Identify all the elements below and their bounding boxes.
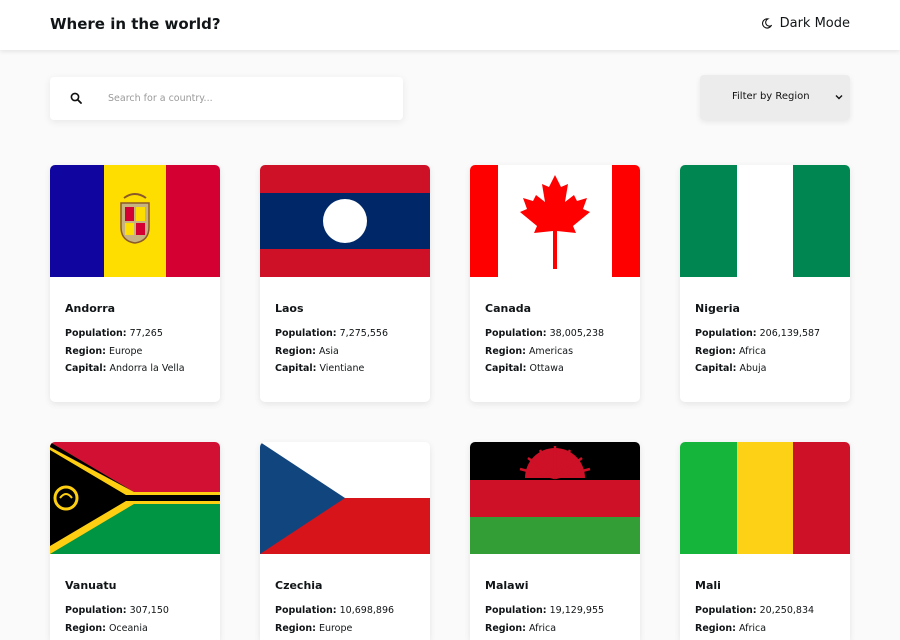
country-capital: Capital: Ottawa (485, 363, 564, 374)
flag-laos (260, 165, 430, 277)
country-region: Region: Asia (275, 346, 339, 357)
country-population: Population: 38,005,238 (485, 328, 605, 339)
country-name: Malawi (485, 579, 529, 592)
country-population: Population: 307,150 (65, 605, 169, 616)
region-filter-label: Filter by Region (732, 91, 810, 102)
dark-mode-label: Dark Mode (779, 16, 850, 31)
dark-mode-toggle[interactable]: Dark Mode (761, 16, 850, 31)
country-population: Population: 77,265 (65, 328, 163, 339)
flag-canada (470, 165, 640, 277)
country-name: Vanuatu (65, 579, 117, 592)
country-name: Laos (275, 302, 304, 315)
country-population: Population: 20,250,834 (695, 605, 815, 616)
country-region: Region: Africa (485, 623, 557, 634)
country-population: Population: 7,275,556 (275, 328, 388, 339)
country-name: Canada (485, 302, 532, 315)
country-card-canada[interactable]: Canada Population: 38,005,238 Region: Am… (470, 165, 640, 402)
flag-andorra (50, 165, 220, 277)
country-card-vanuatu[interactable]: Vanuatu Population: 307,150 Region: Ocea… (50, 442, 220, 640)
country-region: Region: Oceania (65, 623, 148, 634)
flag-nigeria (680, 165, 850, 277)
country-region: Region: Americas (485, 346, 574, 357)
country-name: Mali (695, 579, 721, 592)
region-filter-select[interactable]: Filter by Region (700, 75, 850, 120)
country-region: Region: Europe (275, 623, 353, 634)
app-header: Where in the world? Dark Mode (0, 0, 900, 50)
search-icon (70, 92, 82, 104)
country-capital: Capital: Abuja (695, 363, 767, 374)
country-capital: Capital: Vientiane (275, 363, 365, 374)
country-population: Population: 10,698,896 (275, 605, 395, 616)
country-name: Nigeria (695, 302, 740, 315)
country-card-nigeria[interactable]: Nigeria Population: 206,139,587 Region: … (680, 165, 850, 402)
country-card-mali[interactable]: Mali Population: 20,250,834 Region: Afri… (680, 442, 850, 640)
chevron-down-icon (835, 95, 843, 100)
moon-icon (761, 18, 772, 29)
flag-malawi (470, 442, 640, 554)
country-name: Czechia (275, 579, 323, 592)
country-region: Region: Europe (65, 346, 143, 357)
country-population: Population: 19,129,955 (485, 605, 605, 616)
country-card-czechia[interactable]: Czechia Population: 10,698,896 Region: E… (260, 442, 430, 640)
country-card-andorra[interactable]: Andorra Population: 77,265 Region: Europ… (50, 165, 220, 402)
app-title: Where in the world? (50, 15, 221, 33)
flag-vanuatu (50, 442, 220, 554)
country-region: Region: Africa (695, 623, 767, 634)
country-card-laos[interactable]: Laos Population: 7,275,556 Region: Asia … (260, 165, 430, 402)
country-region: Region: Africa (695, 346, 767, 357)
country-capital: Capital: Andorra la Vella (65, 363, 185, 374)
search-input[interactable] (108, 88, 388, 109)
flag-czechia (260, 442, 430, 554)
flag-mali (680, 442, 850, 554)
search-box[interactable] (50, 77, 403, 120)
country-card-malawi[interactable]: Malawi Population: 19,129,955 Region: Af… (470, 442, 640, 640)
country-name: Andorra (65, 302, 116, 315)
country-population: Population: 206,139,587 (695, 328, 821, 339)
